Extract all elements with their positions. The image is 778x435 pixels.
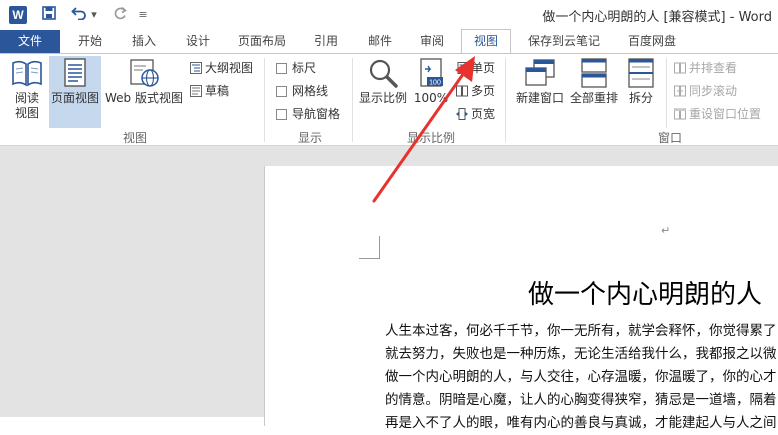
annotation-arrow (372, 56, 475, 203)
